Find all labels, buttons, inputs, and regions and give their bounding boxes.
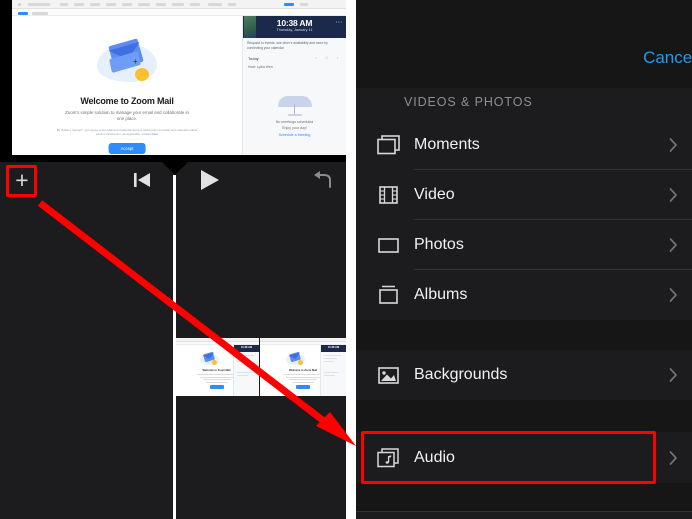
envelope-illustration: +: [95, 36, 159, 90]
media-picker-panel: Cancel VIDEOS & PHOTOS Moments Video Pho…: [356, 0, 692, 519]
picker-row-video[interactable]: Video: [356, 170, 692, 220]
mail-welcome-subtitle: Zoom's simple solution to manage your em…: [65, 110, 189, 121]
browser-chrome-bar: [12, 0, 346, 9]
preview-frame: + Welcome to Zoom Mail Zoom's simple sol…: [12, 0, 346, 155]
chevron-right-icon: [669, 368, 678, 383]
picker-row-label: Video: [414, 186, 455, 203]
picker-row-label: Backgrounds: [414, 366, 508, 383]
calendar-empty-subtitle: Enjoy your day!: [282, 126, 307, 130]
calendar-empty-title: No meetings scheduled: [275, 120, 314, 124]
clip-time: 10:38 AM: [240, 345, 253, 349]
chevron-right-icon: [669, 138, 678, 153]
picker-row-photos[interactable]: Photos: [356, 220, 692, 270]
photo-frame-icon: [376, 233, 402, 257]
clip-envelope-thumb: [200, 351, 219, 366]
calendar-header: 10:38 AM Thursday, January 11 •••: [243, 16, 346, 38]
legal-link[interactable]: here: [152, 132, 158, 136]
section-gap: [356, 320, 692, 350]
umbrella-illustration: [277, 92, 312, 116]
plus-glyph: +: [133, 57, 138, 66]
section-header-videos-photos: VIDEOS & PHOTOS: [404, 95, 533, 109]
screenshot-root: + Welcome to Zoom Mail Zoom's simple sol…: [0, 0, 692, 519]
browser-toolbar-secondary: [12, 9, 346, 16]
timeline-clip-strip[interactable]: Welcome to Zoom Mail 10:38 AM Welcome to…: [174, 338, 346, 396]
calendar-time: 10:38 AM: [276, 18, 313, 28]
calendar-rail: 10:38 AM Thursday, January 11 ••• Respon…: [242, 16, 346, 155]
clip-accept-button: [209, 385, 224, 389]
clip-envelope-thumb: [286, 351, 305, 366]
calendar-connect-note: Respond to events, see other's availabil…: [247, 41, 342, 50]
playhead-line[interactable]: [173, 175, 176, 519]
picker-row-albums[interactable]: Albums: [356, 270, 692, 320]
mail-welcome-body: + Welcome to Zoom Mail Zoom's simple sol…: [12, 16, 242, 155]
picker-row-moments[interactable]: Moments: [356, 120, 692, 170]
mail-legal-text: By clicking "Accept", you agree to the M…: [52, 128, 202, 137]
timeline-clip: Welcome to Zoom Mail 10:38 AM: [260, 338, 346, 396]
clip-calendar-rail: 10:38 AM: [233, 345, 259, 396]
accept-button[interactable]: Accept: [108, 143, 146, 154]
albums-icon: [376, 283, 402, 307]
playhead-marker-icon: [162, 162, 188, 175]
overflow-menu-icon[interactable]: •••: [336, 19, 343, 24]
film-strip-icon: [376, 183, 402, 207]
picker-row-backgrounds[interactable]: Backgrounds: [356, 350, 692, 400]
picker-row-label: Albums: [414, 286, 468, 303]
legal-body: By clicking "Accept", you agree to the M…: [56, 128, 198, 137]
calendar-date: Thursday, January 11: [276, 28, 313, 32]
cancel-button[interactable]: Cancel: [643, 48, 692, 68]
mail-welcome-title: Welcome to Zoom Mail: [80, 96, 174, 106]
panel-divider: [346, 0, 356, 519]
clip-calendar-rail: 10:38 AM: [320, 345, 346, 396]
video-preview-area[interactable]: + Welcome to Zoom Mail Zoom's simple sol…: [0, 0, 346, 162]
add-button-highlight: [6, 165, 37, 197]
undo-icon[interactable]: [312, 170, 334, 190]
chevron-right-icon: [669, 188, 678, 203]
skip-to-start-icon[interactable]: [133, 171, 153, 189]
chevron-right-icon: [669, 288, 678, 303]
picker-row-label: Moments: [414, 136, 480, 153]
connect-note-text: Respond to events, see other's availabil…: [247, 41, 328, 50]
clip-body-lines: [283, 374, 323, 384]
section-gap: [356, 483, 692, 511]
timeline-clip: Welcome to Zoom Mail 10:38 AM: [174, 338, 260, 396]
picker-row-label: Photos: [414, 236, 464, 253]
picker-header: Cancel: [356, 0, 692, 88]
schedule-meeting-link[interactable]: Schedule a Meeting: [243, 133, 346, 137]
calendar-today-selector[interactable]: Today: [248, 56, 259, 61]
clip-body-lines: [196, 374, 237, 384]
chevron-right-icon: [669, 450, 678, 465]
moments-icon: [376, 133, 402, 157]
calendar-host-selector[interactable]: Host: Lydia Wen: [248, 65, 273, 69]
section-gap: [356, 400, 692, 432]
calendar-nav-controls[interactable]: ‹ □ ›: [315, 56, 342, 60]
image-icon: [376, 363, 402, 387]
play-icon[interactable]: [201, 170, 219, 190]
clip-accept-button: [296, 385, 310, 389]
video-editor-panel: + Welcome to Zoom Mail Zoom's simple sol…: [0, 0, 346, 519]
bottom-separator: [356, 511, 692, 512]
chevron-right-icon: [669, 238, 678, 253]
clip-time: 10:38 AM: [327, 345, 340, 349]
audio-row-highlight: [361, 431, 656, 484]
